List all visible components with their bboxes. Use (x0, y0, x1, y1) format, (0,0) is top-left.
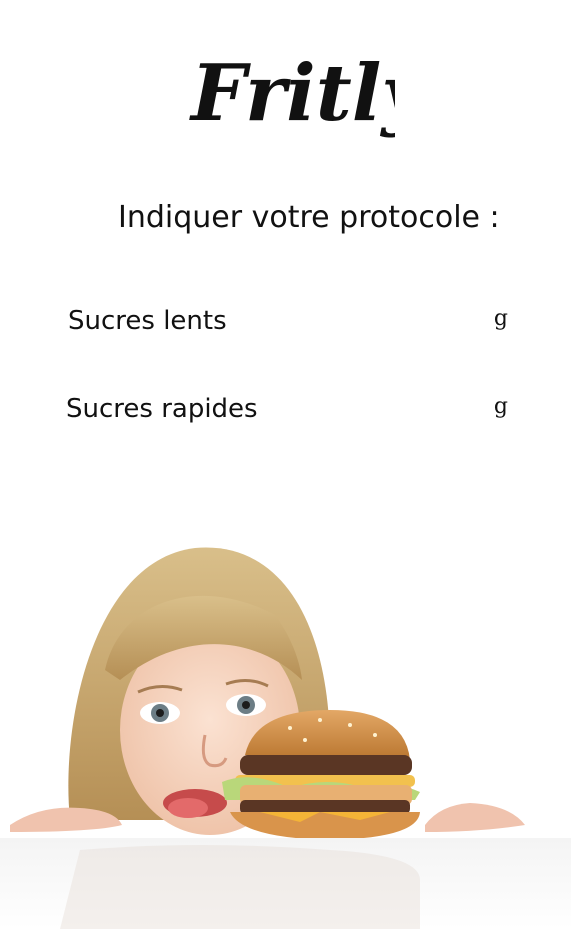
slow-sugars-label: Sucres lents (68, 306, 227, 336)
fast-sugars-row: Sucres rapides g (60, 394, 520, 434)
photo-illustration (0, 547, 571, 929)
page-title: Indiquer votre protocole : (118, 200, 500, 235)
girl-burger-photo (0, 520, 571, 929)
fast-sugars-input[interactable] (290, 394, 484, 432)
logo-wordmark: Fritly (189, 48, 395, 139)
slow-sugars-input[interactable] (290, 306, 484, 344)
fast-sugars-unit: g (493, 394, 508, 419)
logo-text: Fritly (189, 48, 395, 139)
slow-sugars-row: Sucres lents g (60, 306, 520, 346)
app-logo: Fritly (185, 40, 395, 150)
fast-sugars-label: Sucres rapides (66, 394, 258, 424)
slow-sugars-unit: g (493, 306, 508, 331)
